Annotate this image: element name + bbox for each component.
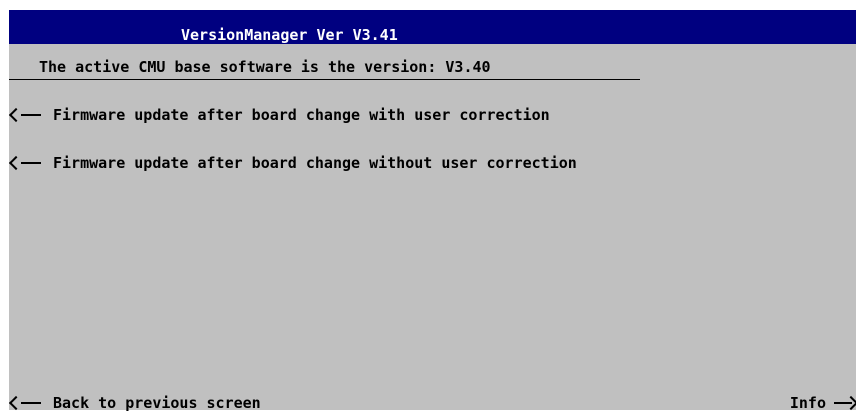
arrow-right-icon xyxy=(834,394,856,412)
window-title: VersionManager Ver V3.41 xyxy=(181,26,398,44)
back-to-previous-screen-button[interactable]: Back to previous screen xyxy=(9,394,261,412)
arrow-left-icon xyxy=(9,106,45,124)
firmware-update-with-correction-button[interactable]: Firmware update after board change with … xyxy=(9,106,550,124)
active-version-status: The active CMU base software is the vers… xyxy=(39,58,491,76)
title-bar: VersionManager Ver V3.41 xyxy=(9,10,856,44)
info-button[interactable]: Info xyxy=(790,394,856,412)
softkey-label: Firmware update after board change with … xyxy=(53,106,550,124)
version-manager-screen: VersionManager Ver V3.41 The active CMU … xyxy=(9,10,856,412)
softkey-label: Back to previous screen xyxy=(53,394,261,412)
firmware-update-without-correction-button[interactable]: Firmware update after board change witho… xyxy=(9,154,577,172)
status-divider xyxy=(9,79,640,80)
softkey-label: Info xyxy=(789,394,826,412)
arrow-left-icon xyxy=(9,394,45,412)
softkey-label: Firmware update after board change witho… xyxy=(53,154,577,172)
arrow-left-icon xyxy=(9,154,45,172)
